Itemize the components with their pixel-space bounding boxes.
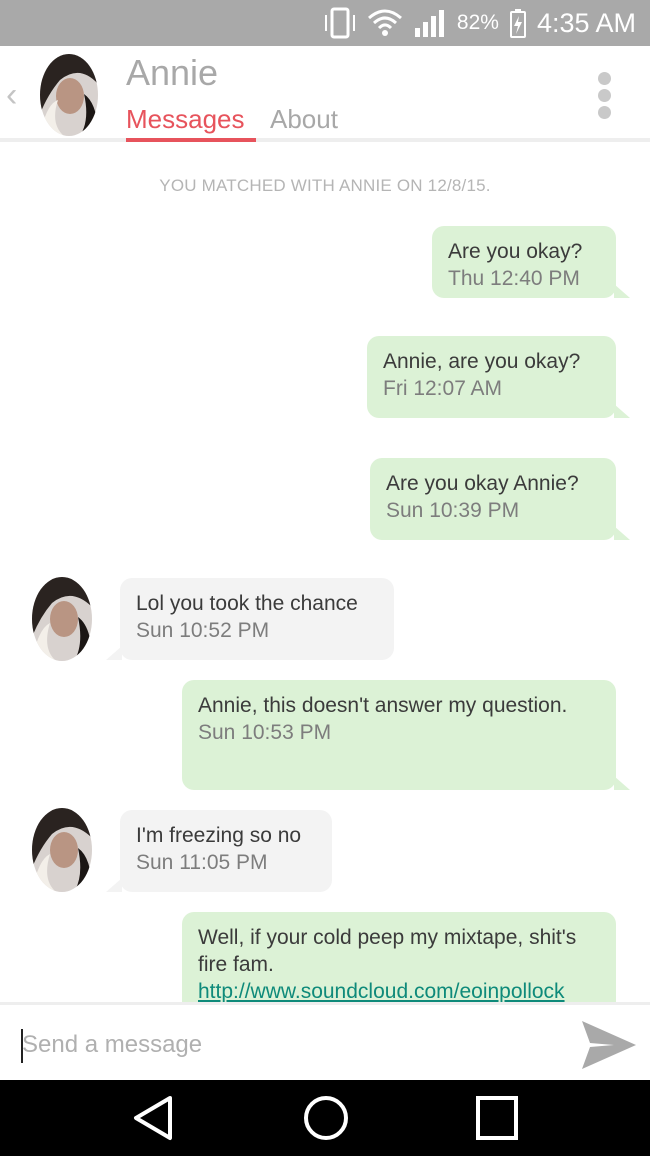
send-icon[interactable] [578, 1017, 638, 1073]
bubble-tail [614, 526, 630, 540]
battery-percent: 82% [456, 11, 499, 34]
message-text: I'm freezing so no [136, 824, 302, 847]
match-notice: YOU MATCHED WITH ANNIE ON 12/8/15. [159, 176, 491, 195]
battery-charging-icon [509, 9, 526, 38]
message-time: Sun 11:05 PM [136, 851, 268, 874]
message-text: Well, if your cold peep my mixtape, shit… [198, 926, 577, 976]
message-time: Sun 10:53 PM [198, 721, 332, 744]
bubble-tail [614, 776, 630, 790]
message-composer [0, 1002, 650, 1080]
message-outgoing[interactable]: Annie, this doesn't answer my question. … [182, 680, 616, 790]
message-outgoing[interactable]: Annie, are you okay? Fri 12:07 AM [367, 336, 616, 418]
message-time: Sun 10:39 PM [386, 499, 520, 522]
home-circle-icon[interactable] [302, 1094, 350, 1142]
message-text: Are you okay? [448, 240, 583, 263]
message-outgoing[interactable]: Are you okay? Thu 12:40 PM [432, 226, 616, 298]
active-tab-indicator [126, 138, 256, 142]
chat-screen: 82% 4:35 AM ‹ Annie Messages About YOU M… [0, 0, 650, 1156]
bubble-tail [614, 284, 630, 298]
avatar[interactable] [40, 54, 98, 136]
message-time: Sun 10:52 PM [136, 619, 270, 642]
conversation-header: ‹ Annie Messages About [0, 46, 650, 142]
message-text: Annie, are you okay? [383, 350, 581, 373]
signal-icon [414, 10, 444, 37]
message-input[interactable] [22, 1025, 542, 1065]
recents-square-icon[interactable] [474, 1094, 520, 1142]
status-bar: 82% 4:35 AM [0, 0, 650, 46]
status-time: 4:35 AM [536, 7, 636, 38]
avatar[interactable] [32, 577, 92, 661]
system-nav-bar [0, 1080, 650, 1156]
match-name: Annie [126, 52, 219, 93]
bubble-tail [614, 404, 630, 418]
wifi-icon [367, 9, 402, 36]
message-text: Lol you took the chance [136, 592, 358, 615]
vibrate-icon [324, 7, 355, 39]
message-link[interactable]: http://www.soundcloud.com/eoinpollock [198, 980, 565, 1003]
back-triangle-icon[interactable] [130, 1094, 176, 1142]
message-outgoing[interactable]: Are you okay Annie? Sun 10:39 PM [370, 458, 616, 540]
more-options-icon[interactable] [598, 72, 616, 123]
message-text: Are you okay Annie? [386, 472, 579, 495]
message-incoming[interactable]: Lol you took the chance Sun 10:52 PM [120, 578, 394, 660]
message-text: Annie, this doesn't answer my question. [198, 694, 568, 717]
avatar[interactable] [32, 808, 92, 892]
tab-about[interactable]: About [270, 104, 338, 135]
message-time: Fri 12:07 AM [383, 377, 503, 400]
back-chevron-icon[interactable]: ‹ [6, 76, 17, 115]
message-incoming[interactable]: I'm freezing so no Sun 11:05 PM [120, 810, 332, 892]
message-time: Thu 12:40 PM [448, 267, 580, 290]
tab-messages[interactable]: Messages [126, 104, 245, 135]
